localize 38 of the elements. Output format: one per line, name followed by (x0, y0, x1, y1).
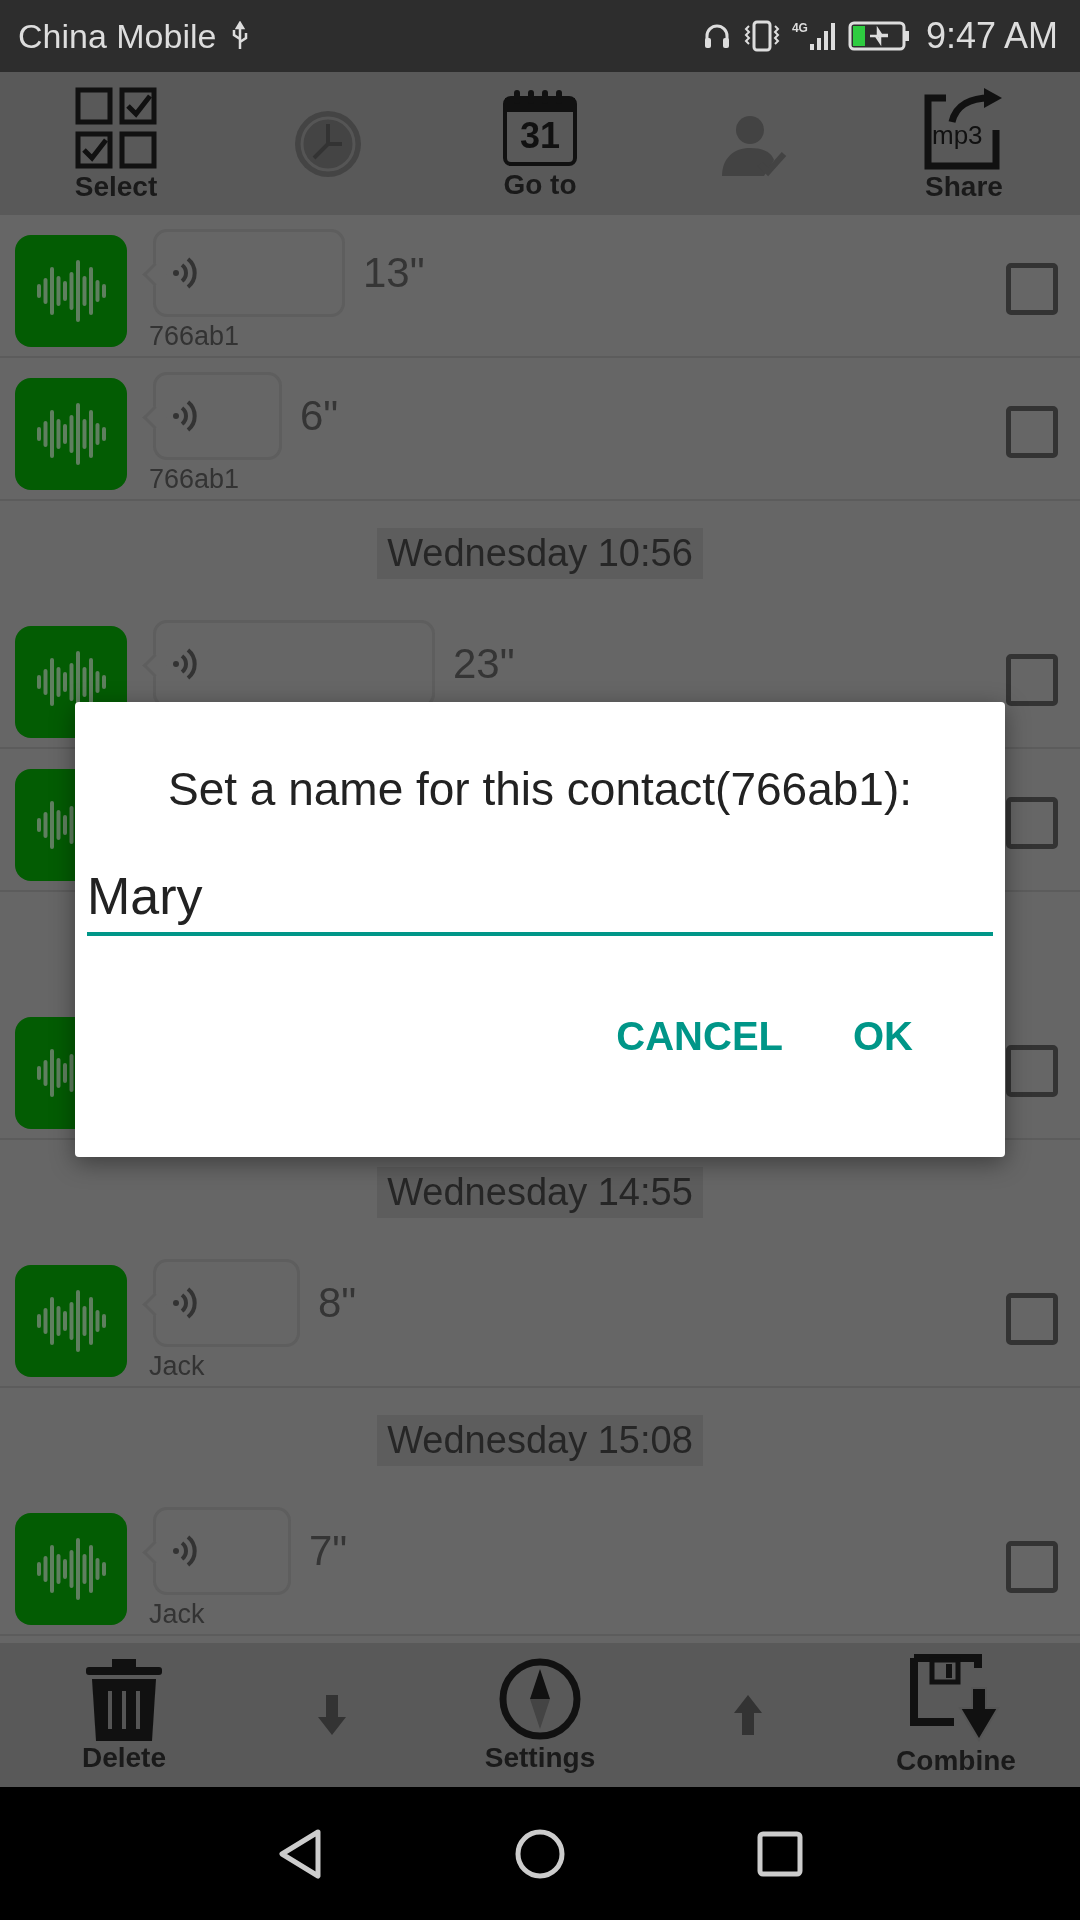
file-type: mp3 (932, 119, 983, 151)
toolbar-button[interactable]: Select (26, 85, 206, 202)
date-header: Wednesday 15:08 (377, 1415, 703, 1466)
toolbar-button[interactable]: mp3 Share (874, 85, 1054, 202)
bottom-bar-button[interactable]: Settings (450, 1657, 630, 1773)
clock-time: 9:47 AM (925, 15, 1058, 57)
back-icon[interactable] (276, 1827, 324, 1880)
checkbox[interactable] (1006, 1293, 1058, 1345)
battery-icon (847, 21, 910, 51)
audio-file-icon (15, 235, 127, 347)
up-arrow-icon (733, 1693, 763, 1737)
compass-icon (498, 1657, 582, 1742)
audio-file-icon (15, 378, 127, 490)
audio-file-icon (15, 1513, 127, 1625)
checkbox[interactable] (1006, 1541, 1058, 1593)
toolbar-button[interactable]: 31 Go to (450, 87, 630, 200)
bottom-bar-button[interactable]: Delete (34, 1657, 214, 1773)
bottom-bar-button[interactable]: Combine (866, 1654, 1046, 1776)
name-input-field[interactable]: Mary (87, 866, 993, 936)
audio-file-icon (15, 1265, 127, 1377)
calendar-icon (502, 87, 578, 168)
calendar-day: 31 (520, 117, 560, 154)
carrier-name: China Mobile (18, 16, 217, 56)
dialog-title: Set a name for this contact(766ab1): (166, 762, 914, 816)
dialog-button[interactable]: CANCEL (596, 1006, 803, 1067)
date-header: Wednesday 14:55 (377, 1167, 703, 1218)
trash-icon (84, 1657, 164, 1742)
down-arrow-icon (317, 1693, 347, 1737)
checkbox[interactable] (1006, 406, 1058, 458)
home-icon[interactable] (514, 1827, 566, 1880)
recents-icon[interactable] (756, 1829, 804, 1878)
checkbox[interactable] (1006, 263, 1058, 315)
network-type: 4G (791, 22, 808, 34)
checkbox-grid-icon (74, 85, 158, 170)
checkbox[interactable] (1006, 654, 1058, 706)
date-header: Wednesday 10:56 (377, 528, 703, 579)
dialog-button[interactable]: OK (833, 1006, 933, 1067)
signal-icon (807, 20, 838, 52)
